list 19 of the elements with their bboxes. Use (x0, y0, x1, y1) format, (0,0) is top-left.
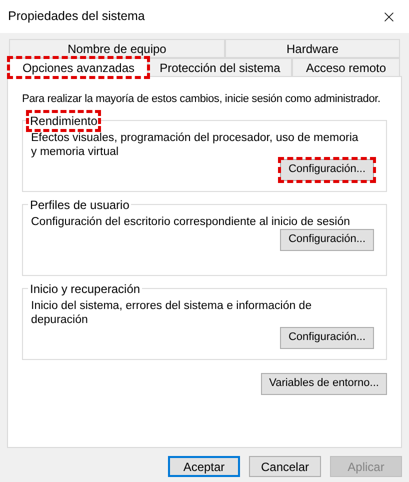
group-title: Perfiles de usuario (29, 196, 130, 214)
tab[interactable]: Protección del sistema (148, 58, 292, 77)
admin-notice: Para realizar la mayoría de estos cambios, inicie sesión como administrador. (22, 92, 382, 107)
group-description: Efectos visuales, programación del procesador, uso de memoria y memoria virtual (31, 130, 360, 158)
tab[interactable]: Hardware (225, 39, 400, 58)
group-description: Configuración del escritorio correspondiente al inicio de sesión (31, 214, 351, 228)
group-title: Inicio y recuperación (29, 280, 142, 298)
window-title: Propiedades del sistema (8, 8, 145, 26)
dialog-button[interactable]: Cancelar (249, 456, 321, 477)
group-description: Inicio del sistema, errores del sistema e información de depuración (31, 298, 313, 326)
settings-button[interactable]: Configuración... (280, 326, 374, 348)
settings-button[interactable]: Configuración... (280, 158, 374, 180)
tab[interactable]: Nombre de equipo (9, 39, 225, 58)
settings-button[interactable]: Configuración... (280, 228, 374, 250)
tab[interactable]: Opciones avanzadas (9, 58, 148, 77)
dialog-button[interactable]: Aceptar (168, 456, 240, 477)
environment-variables-button[interactable]: Variables de entorno... (261, 372, 387, 394)
group-title: Rendimiento (28, 112, 100, 130)
tab[interactable]: Acceso remoto (292, 58, 400, 77)
